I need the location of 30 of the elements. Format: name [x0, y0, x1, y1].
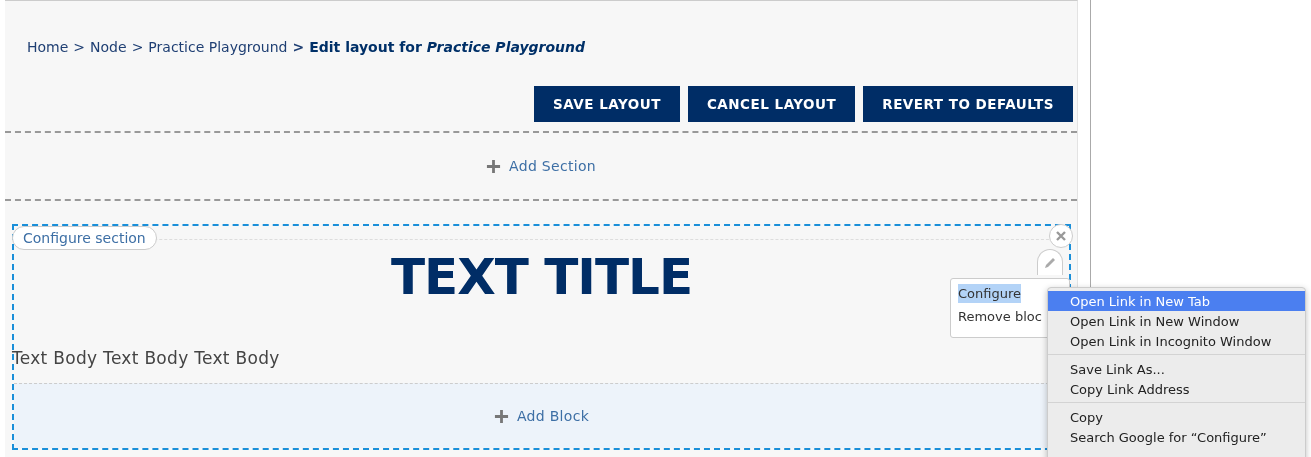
configure-section-button[interactable]: Configure section: [12, 226, 157, 250]
plus-icon: [493, 408, 509, 424]
pencil-icon: [1043, 255, 1057, 270]
plus-icon: [486, 158, 502, 174]
context-menu-item[interactable]: Open Link in New Window: [1048, 311, 1305, 331]
context-menu-item[interactable]: Copy Link Address: [1048, 379, 1305, 399]
layout-button[interactable]: SAVE LAYOUT: [534, 86, 680, 122]
text-title: TEXT TITLE: [390, 248, 693, 306]
breadcrumb-link[interactable]: Practice Playground: [148, 39, 288, 55]
add-section-link[interactable]: Add Section: [480, 157, 602, 175]
close-icon: [1055, 230, 1067, 242]
block-menu-item[interactable]: Remove bloc: [958, 307, 1042, 326]
close-button[interactable]: [1049, 224, 1073, 248]
context-menu-item[interactable]: Open Link in New Tab: [1048, 291, 1305, 311]
context-menu-item[interactable]: Copy: [1048, 407, 1305, 427]
layout-button[interactable]: CANCEL LAYOUT: [687, 86, 856, 122]
add-block-link[interactable]: Add Block: [487, 407, 596, 425]
context-menu-item[interactable]: Save Link As...: [1048, 359, 1305, 379]
current-page-title: Edit layout for Practice Playground: [309, 39, 586, 55]
text-body: Text Body Text Body Text Body: [12, 348, 281, 368]
breadcrumb-separator: >: [292, 39, 305, 55]
breadcrumb-separator: >: [131, 39, 144, 55]
context-menu-item[interactable]: Open Link in Incognito Window: [1048, 331, 1305, 351]
layout-button[interactable]: REVERT TO DEFAULTS: [863, 86, 1073, 122]
breadcrumb-separator: >: [73, 39, 86, 55]
breadcrumb-link[interactable]: Home: [27, 39, 69, 55]
pencil-button[interactable]: [1037, 249, 1063, 275]
context-menu-item[interactable]: Search Google for “Configure”: [1048, 427, 1305, 447]
block-menu-item[interactable]: Configure: [958, 284, 1021, 303]
breadcrumb-link[interactable]: Node: [90, 39, 127, 55]
